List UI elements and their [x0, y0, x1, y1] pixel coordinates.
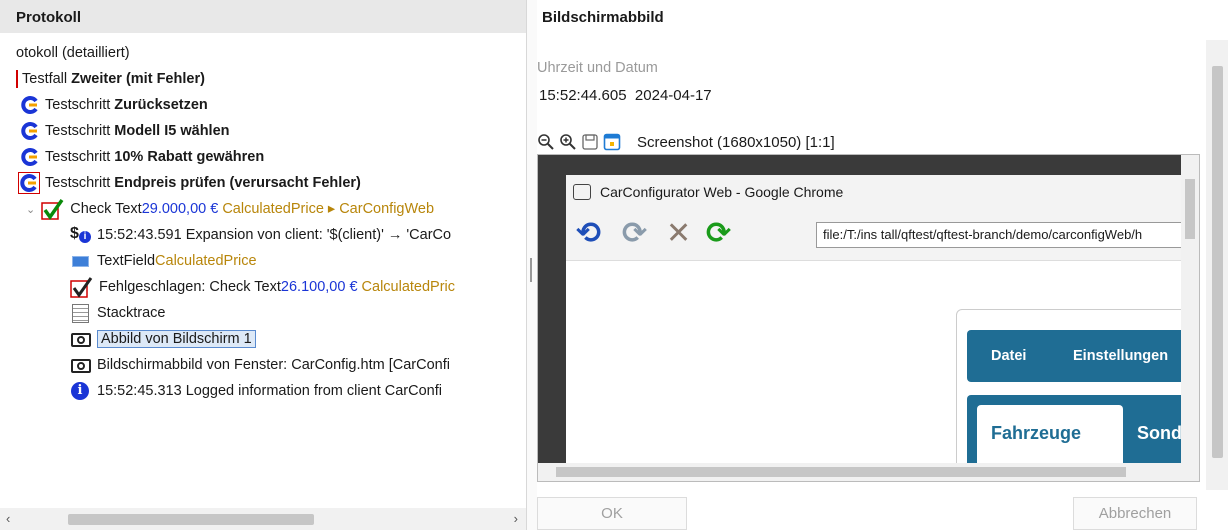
tree-step-model[interactable]: Testschritt Modell I5 wählen [20, 118, 230, 144]
tree-failed[interactable]: Fehlgeschlagen: Check Text 26.100,00 € C… [70, 274, 455, 300]
zoom-out-icon[interactable] [537, 133, 555, 151]
splitter-grip[interactable] [530, 258, 532, 282]
testschritt-icon [21, 122, 38, 140]
tree-root[interactable]: otokoll (detailliert) [16, 40, 130, 66]
tree-step-reset[interactable]: Testschritt Zurücksetzen [20, 92, 208, 118]
tree-stacktrace[interactable]: Stacktrace [70, 300, 166, 326]
tree-check-text[interactable]: ⌄ Check Text 29.000,00 € CalculatedPrice… [26, 196, 434, 222]
check-error-icon [41, 198, 64, 220]
protocol-panel: Protokoll otokoll (detailliert) Testfall… [0, 0, 527, 530]
tree-step-endprice[interactable]: Testschritt Endpreis prüfen (verursacht … [18, 170, 361, 196]
screenshot-vertical-scrollbar[interactable] [1181, 155, 1199, 465]
protocol-panel-title: Protokoll [0, 0, 526, 33]
browser-app-icon [573, 184, 591, 200]
browser-toolbar: ⟲ ⟳ ✕ ⟳ file:/T:/ins tall/qftest/qftest-… [566, 209, 1196, 261]
protocol-horizontal-scrollbar[interactable]: ‹ › [0, 508, 526, 530]
scrollbar-thumb[interactable] [1185, 179, 1195, 239]
screenshot-panel-title: Bildschirmabbild [542, 9, 664, 26]
info-icon: i [70, 381, 92, 401]
textfield-icon [70, 251, 92, 271]
browser-title-bar: CarConfigurator Web - Google Chrome [566, 175, 1186, 209]
screenshot-panel: Bildschirmabbild Uhrzeit und Datum Scree… [537, 0, 1228, 530]
undo-icon: ⟲ [576, 217, 602, 250]
time-label: Uhrzeit und Datum [537, 60, 658, 76]
scrollbar-thumb[interactable] [556, 467, 1126, 477]
window-icon[interactable] [603, 133, 621, 151]
tree-screenshot-1[interactable]: Abbild von Bildschirm 1 [70, 326, 256, 352]
redo-icon: ⟳ [622, 217, 648, 250]
close-icon: ✕ [666, 217, 692, 250]
error-marker-icon [16, 70, 18, 88]
camera-icon [70, 329, 92, 349]
scroll-left-icon[interactable]: ‹ [6, 511, 10, 526]
time-field[interactable] [537, 80, 1200, 110]
cancel-button[interactable]: Abbrechen [1073, 497, 1197, 530]
check-failed-icon [70, 277, 93, 298]
screenshot-horizontal-scrollbar[interactable] [538, 463, 1199, 481]
screenshot-info-label: Screenshot (1680x1050) [1:1] [637, 133, 835, 151]
save-icon[interactable] [581, 133, 599, 151]
screenshot-viewer[interactable]: CarConfigurator Web - Google Chrome ⟲ ⟳ … [537, 154, 1200, 482]
tree-textfield[interactable]: TextField CalculatedPrice [70, 248, 257, 274]
tree-expansion[interactable]: $ i 15:52:43.591 Expansion von client: '$… [70, 222, 451, 248]
panel-vertical-scrollbar[interactable] [1206, 40, 1228, 490]
protocol-tree[interactable]: otokoll (detailliert) Testfall Zweiter (… [0, 40, 526, 505]
scrollbar-thumb[interactable] [68, 514, 314, 525]
tree-step-discount[interactable]: Testschritt 10% Rabatt gewähren [20, 144, 264, 170]
document-lines-icon [70, 303, 92, 323]
chevron-down-icon[interactable]: ⌄ [26, 203, 35, 216]
refresh-icon: ⟳ [706, 217, 732, 250]
panel-splitter[interactable] [527, 0, 537, 530]
tree-window-screenshot[interactable]: Bildschirmabbild von Fenster: CarConfig.… [70, 352, 450, 378]
app-menubar: Datei Einstellungen [967, 330, 1199, 382]
menu-einstellungen: Einstellungen [1073, 348, 1169, 364]
menu-datei: Datei [991, 348, 1027, 364]
tab-fahrzeuge: Fahrzeuge [977, 405, 1123, 463]
browser-url-field: file:/T:/ins tall/qftest/qftest-branch/d… [816, 222, 1196, 248]
app-card: Datei Einstellungen Fahrzeuge Sonde [956, 309, 1199, 479]
screenshot-toolbar: Screenshot (1680x1050) [1:1] [537, 128, 835, 156]
testschritt-icon [21, 96, 38, 114]
scrollbar-thumb[interactable] [1212, 66, 1223, 458]
testschritt-icon [21, 148, 38, 166]
tree-testcase[interactable]: Testfall Zweiter (mit Fehler) [16, 66, 205, 92]
captured-browser-window: CarConfigurator Web - Google Chrome ⟲ ⟳ … [566, 175, 1199, 479]
testschritt-error-icon [18, 172, 40, 194]
variable-info-icon: $ i [70, 225, 92, 245]
camera-icon [70, 355, 92, 375]
zoom-in-icon[interactable] [559, 133, 577, 151]
tree-info[interactable]: i 15:52:45.313 Logged information from c… [70, 378, 442, 404]
ok-button[interactable]: OK [537, 497, 687, 530]
scroll-right-icon[interactable]: › [514, 511, 518, 526]
